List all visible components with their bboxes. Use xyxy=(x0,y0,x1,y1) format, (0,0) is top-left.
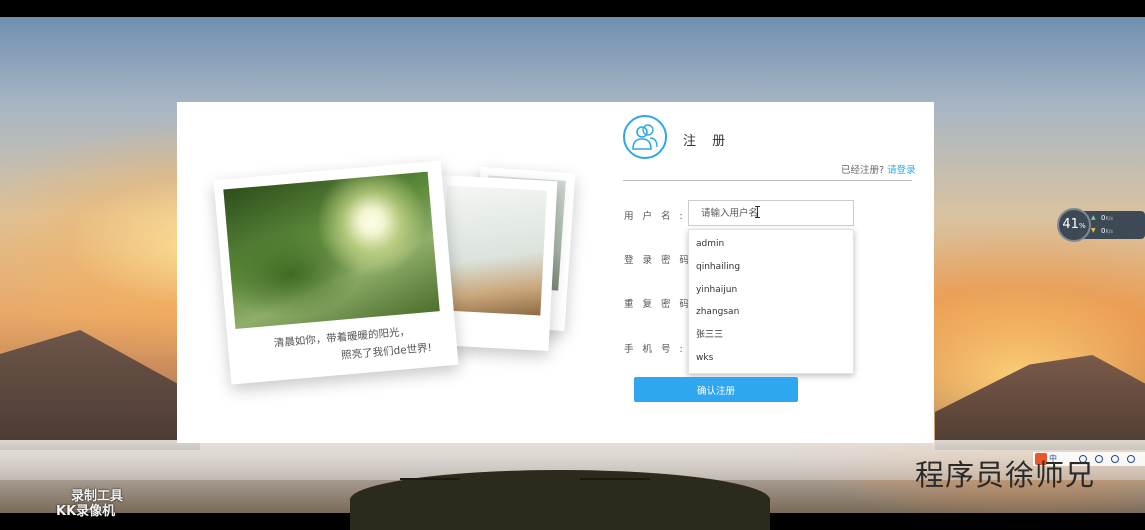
confirm-register-button[interactable]: 确认注册 xyxy=(634,377,798,402)
recorder-watermark-line2: KK录像机 xyxy=(56,504,116,519)
download-arrow-icon: ▼ xyxy=(1091,227,1096,234)
usage-percent-ring: 41% xyxy=(1057,208,1091,242)
autocomplete-item[interactable]: admin xyxy=(689,233,853,255)
autocomplete-item[interactable]: qinhailing xyxy=(689,256,853,278)
already-registered-label: 已经注册? xyxy=(841,165,885,176)
autocomplete-item[interactable]: 张三三 xyxy=(689,324,853,346)
photo-front: 清晨如你，带着暖暖的阳光， 照亮了我们de世界! xyxy=(213,160,459,385)
upload-speed: 0K/s xyxy=(1101,214,1114,222)
users-icon xyxy=(623,115,667,159)
username-label: 用 户 名 : xyxy=(624,211,686,222)
text-cursor-icon xyxy=(755,206,760,218)
top-black-bar xyxy=(0,0,1145,17)
register-title: 注 册 xyxy=(683,134,732,149)
header-divider xyxy=(623,180,912,181)
login-link[interactable]: 请登录 xyxy=(887,165,916,176)
autocomplete-item[interactable]: yinhaijun xyxy=(689,279,853,301)
username-autocomplete-list: admin qinhailing yinhaijun zhangsan 张三三 … xyxy=(688,229,854,374)
upload-arrow-icon: ▲ xyxy=(1091,214,1096,221)
autocomplete-item[interactable]: wks xyxy=(689,347,853,369)
download-speed: 0K/s xyxy=(1101,227,1114,235)
mic-icon[interactable] xyxy=(1111,455,1119,463)
phone-label: 手 机 号 : xyxy=(624,344,686,355)
already-registered-text: 已经注册? 请登录 xyxy=(841,162,916,176)
speed-panel: ▲ 0K/s ▼ 0K/s xyxy=(1083,211,1145,239)
author-watermark: 程序员徐师兄 xyxy=(915,458,1096,492)
autocomplete-item[interactable]: zhangsan xyxy=(689,301,853,323)
network-speed-widget[interactable]: ▲ 0K/s ▼ 0K/s 41% xyxy=(1057,208,1145,242)
punctuation-icon[interactable] xyxy=(1095,455,1103,463)
fence-silhouette xyxy=(580,478,650,494)
sunlight-leaves-image xyxy=(223,171,440,329)
username-input[interactable] xyxy=(688,200,854,226)
keyboard-icon[interactable] xyxy=(1127,455,1135,463)
fence-silhouette xyxy=(400,478,460,494)
